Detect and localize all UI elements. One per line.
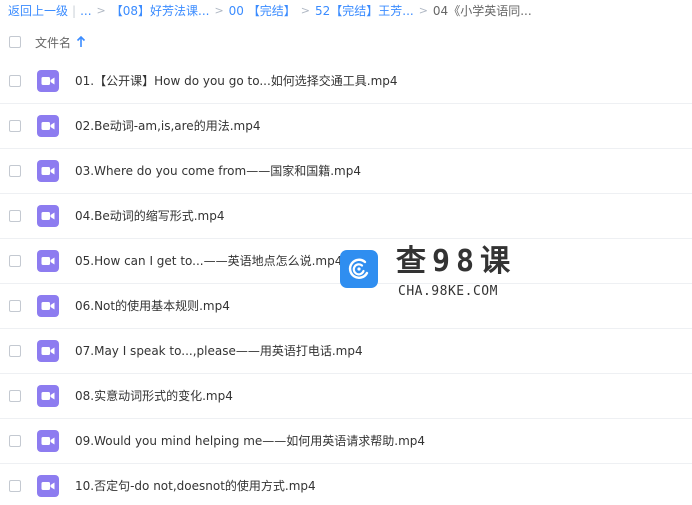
filename-column-header[interactable]: 文件名: [35, 34, 86, 51]
file-checkbox[interactable]: [9, 435, 21, 447]
video-file-icon: [37, 475, 59, 497]
breadcrumb: 返回上一级 | ... > 【08】好芳法课... > 00 【完结】 > 52…: [8, 0, 532, 22]
video-file-icon: [37, 70, 59, 92]
file-name[interactable]: 05.How can I get to...——英语地点怎么说.mp4: [75, 239, 342, 284]
watermark-title: 查98课: [396, 244, 517, 279]
video-file-icon: [37, 160, 59, 182]
filename-column-label: 文件名: [35, 35, 72, 50]
file-checkbox[interactable]: [9, 480, 21, 492]
file-name[interactable]: 01.【公开课】How do you go to...如何选择交通工具.mp4: [75, 59, 398, 104]
video-file-icon: [37, 205, 59, 227]
watermark-url: CHA.98KE.COM: [398, 284, 498, 299]
file-checkbox[interactable]: [9, 345, 21, 357]
file-checkbox[interactable]: [9, 75, 21, 87]
file-row[interactable]: 08.实意动词形式的变化.mp4: [0, 374, 692, 419]
file-row[interactable]: 09.Would you mind helping me——如何用英语请求帮助.…: [0, 419, 692, 464]
file-row[interactable]: 07.May I speak to...,please——用英语打电话.mp4: [0, 329, 692, 374]
file-row[interactable]: 03.Where do you come from——国家和国籍.mp4: [0, 149, 692, 194]
file-name[interactable]: 04.Be动词的缩写形式.mp4: [75, 194, 224, 239]
breadcrumb-ellipsis[interactable]: ...: [80, 0, 91, 22]
video-file-icon: [37, 340, 59, 362]
file-name[interactable]: 09.Would you mind helping me——如何用英语请求帮助.…: [75, 419, 425, 464]
chevron-right-icon: >: [214, 4, 224, 17]
breadcrumb-item-3[interactable]: 52【完结】王芳...: [315, 0, 414, 22]
chevron-right-icon: >: [300, 4, 310, 17]
back-link[interactable]: 返回上一级: [8, 0, 68, 22]
file-row[interactable]: 10.否定句-do not,doesnot的使用方式.mp4: [0, 464, 692, 505]
file-name[interactable]: 03.Where do you come from——国家和国籍.mp4: [75, 149, 361, 194]
file-row[interactable]: 02.Be动词-am,is,are的用法.mp4: [0, 104, 692, 149]
file-checkbox[interactable]: [9, 300, 21, 312]
sort-ascending-icon: [76, 36, 86, 47]
video-file-icon: [37, 115, 59, 137]
file-checkbox[interactable]: [9, 255, 21, 267]
breadcrumb-item-2[interactable]: 00 【完结】: [229, 0, 296, 22]
file-checkbox[interactable]: [9, 390, 21, 402]
video-file-icon: [37, 430, 59, 452]
watermark: 查98课 CHA.98KE.COM: [340, 244, 540, 304]
breadcrumb-divider: |: [72, 4, 77, 18]
watermark-logo-icon: [340, 250, 378, 288]
file-checkbox[interactable]: [9, 120, 21, 132]
chevron-right-icon: >: [418, 4, 428, 17]
file-checkbox[interactable]: [9, 165, 21, 177]
file-row[interactable]: 01.【公开课】How do you go to...如何选择交通工具.mp4: [0, 59, 692, 104]
file-name[interactable]: 07.May I speak to...,please——用英语打电话.mp4: [75, 329, 363, 374]
video-file-icon: [37, 385, 59, 407]
file-browser: 返回上一级 | ... > 【08】好芳法课... > 00 【完结】 > 52…: [0, 0, 692, 505]
select-all-checkbox[interactable]: [9, 36, 21, 48]
file-name[interactable]: 02.Be动词-am,is,are的用法.mp4: [75, 104, 260, 149]
file-row[interactable]: 04.Be动词的缩写形式.mp4: [0, 194, 692, 239]
file-name[interactable]: 08.实意动词形式的变化.mp4: [75, 374, 233, 419]
chevron-right-icon: >: [96, 4, 106, 17]
video-file-icon: [37, 295, 59, 317]
breadcrumb-item-1[interactable]: 【08】好芳法课...: [111, 0, 210, 22]
file-checkbox[interactable]: [9, 210, 21, 222]
list-header: 文件名: [0, 28, 692, 56]
file-name[interactable]: 06.Not的使用基本规则.mp4: [75, 284, 230, 329]
video-file-icon: [37, 250, 59, 272]
file-name[interactable]: 10.否定句-do not,doesnot的使用方式.mp4: [75, 464, 316, 505]
breadcrumb-current: 04《小学英语同...: [432, 4, 532, 18]
